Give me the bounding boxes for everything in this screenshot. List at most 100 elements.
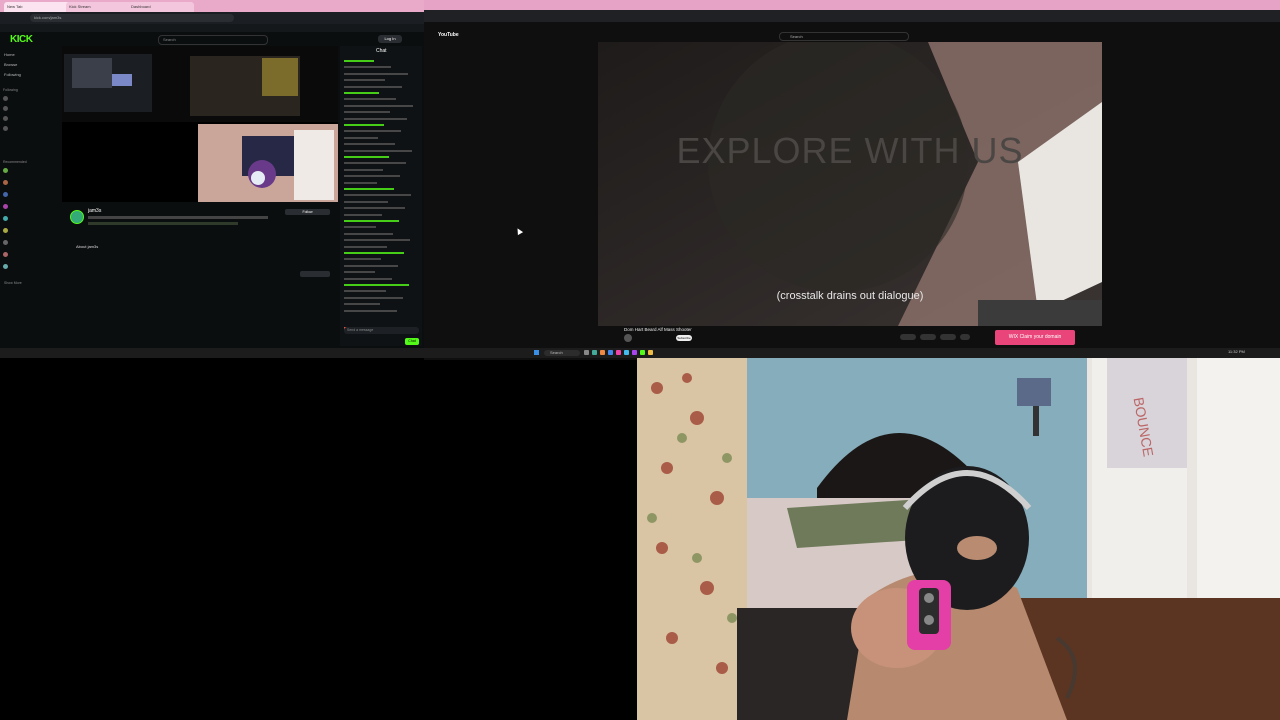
chat-message xyxy=(344,124,384,126)
channel-name[interactable]: jam3s xyxy=(88,208,101,214)
stream-title-line xyxy=(88,216,268,219)
app-icon[interactable] xyxy=(592,350,597,355)
avatar[interactable] xyxy=(3,192,8,197)
url-input[interactable]: kick.com/jam3s xyxy=(30,14,234,22)
kick-video-player[interactable] xyxy=(62,46,338,202)
video-title: Dom Hart Beard Alf Mass Shooter xyxy=(624,327,692,332)
youtube-logo[interactable]: YouTube xyxy=(438,32,459,38)
tab-1[interactable]: New Tab xyxy=(4,2,70,12)
sidebar-item-following[interactable]: Following xyxy=(4,72,21,77)
app-icon[interactable] xyxy=(648,350,653,355)
chat-message xyxy=(344,156,389,158)
channel-avatar[interactable] xyxy=(70,210,84,224)
tab-bar xyxy=(424,0,1280,10)
avatar[interactable] xyxy=(3,252,8,257)
chat-message xyxy=(344,104,413,107)
avatar[interactable] xyxy=(3,168,8,173)
chat-message xyxy=(344,175,400,178)
app-icon[interactable] xyxy=(600,350,605,355)
login-button[interactable]: Log In xyxy=(378,35,402,43)
chat-message xyxy=(344,92,379,94)
subscribe-button[interactable]: Subscribe xyxy=(676,335,692,341)
following-heading: Following xyxy=(3,88,18,92)
avatar[interactable] xyxy=(3,180,8,185)
chat-message xyxy=(344,245,387,248)
avatar[interactable] xyxy=(3,264,8,269)
sponsor-banner[interactable]: WIX Claim your domain xyxy=(995,330,1075,345)
video-actions[interactable] xyxy=(900,334,990,341)
tab-3[interactable]: Dashboard xyxy=(128,2,194,12)
app-icon[interactable] xyxy=(608,350,613,355)
avatar[interactable] xyxy=(3,228,8,233)
app-icon[interactable] xyxy=(616,350,621,355)
taskbar-clock[interactable]: 11:32 PM xyxy=(1228,349,1245,354)
chat-message xyxy=(344,130,401,133)
chat-message xyxy=(344,226,376,229)
chat-title: Chat xyxy=(376,48,387,54)
avatar[interactable] xyxy=(3,240,8,245)
chat-message xyxy=(344,207,405,210)
chat-message xyxy=(344,136,378,139)
edit-panels-button[interactable] xyxy=(300,271,330,277)
chat-message xyxy=(344,239,410,242)
chat-message xyxy=(344,200,388,203)
webcam-scene: BOUNCE xyxy=(637,358,1280,720)
youtube-video-player[interactable]: EXPLORE WITH US (crosstalk drains out di… xyxy=(598,42,1102,326)
tab-2[interactable]: Kick Stream xyxy=(66,2,132,12)
avatar[interactable] xyxy=(3,96,8,101)
chat-message xyxy=(344,66,391,69)
about-heading: About jam3s xyxy=(76,244,99,249)
address-bar xyxy=(424,10,1280,22)
avatar[interactable] xyxy=(3,216,8,221)
chat-message xyxy=(344,188,394,190)
video-caption: (crosstalk drains out dialogue) xyxy=(776,290,924,302)
taskbar-search[interactable]: Search xyxy=(544,350,580,356)
chat-message xyxy=(344,252,404,254)
avatar[interactable] xyxy=(3,204,8,209)
chat-message xyxy=(344,194,411,197)
chat-send-button[interactable]: Chat xyxy=(405,338,419,345)
chat-message xyxy=(344,232,393,235)
chat-message xyxy=(344,168,383,171)
chat-message xyxy=(344,181,377,184)
taskview-icon[interactable] xyxy=(584,350,589,355)
chat-message xyxy=(344,303,380,306)
recommended-heading: Recommended xyxy=(3,160,27,164)
chat-message xyxy=(344,60,374,62)
youtube-search-input[interactable]: Search xyxy=(779,32,909,41)
chat-message xyxy=(344,149,412,152)
kick-search-input[interactable]: Search xyxy=(158,35,268,45)
chat-message xyxy=(344,296,403,299)
webcam-feed: BOUNCE xyxy=(637,358,1280,720)
chat-message xyxy=(344,85,402,88)
channel-avatar[interactable] xyxy=(624,334,632,342)
kick-logo[interactable]: KICK xyxy=(10,34,33,45)
chat-input[interactable]: Send a message xyxy=(344,327,419,334)
follow-button[interactable]: Follow xyxy=(285,209,330,215)
sidebar-item-home[interactable]: Home xyxy=(4,52,15,57)
youtube-browser-window: YouTube Search EXPLORE WITH US (crosstal… xyxy=(424,0,1280,360)
avatar[interactable] xyxy=(3,126,8,131)
avatar[interactable] xyxy=(3,106,8,111)
emote-bar[interactable] xyxy=(344,318,420,331)
chat-message xyxy=(344,213,382,216)
show-more-link[interactable]: Show More xyxy=(4,281,22,285)
bookmarks-bar xyxy=(0,24,424,32)
chat-message xyxy=(344,111,390,114)
app-icon[interactable] xyxy=(624,350,629,355)
app-icon[interactable] xyxy=(632,350,637,355)
chat-message xyxy=(344,264,398,267)
chat-message xyxy=(344,117,407,120)
app-icon[interactable] xyxy=(640,350,645,355)
windows-start-icon[interactable] xyxy=(534,350,539,355)
avatar[interactable] xyxy=(3,116,8,121)
chat-message xyxy=(344,72,408,75)
chat-message xyxy=(344,290,386,293)
nested-stream-preview xyxy=(62,46,338,202)
chat-message xyxy=(344,277,392,280)
chat-message xyxy=(344,162,406,165)
chat-message xyxy=(344,271,375,274)
sidebar-item-browse[interactable]: Browse xyxy=(4,62,17,67)
kick-browser-window: New Tab Kick Stream Dashboard kick.com/j… xyxy=(0,0,424,350)
chat-message xyxy=(344,98,396,101)
